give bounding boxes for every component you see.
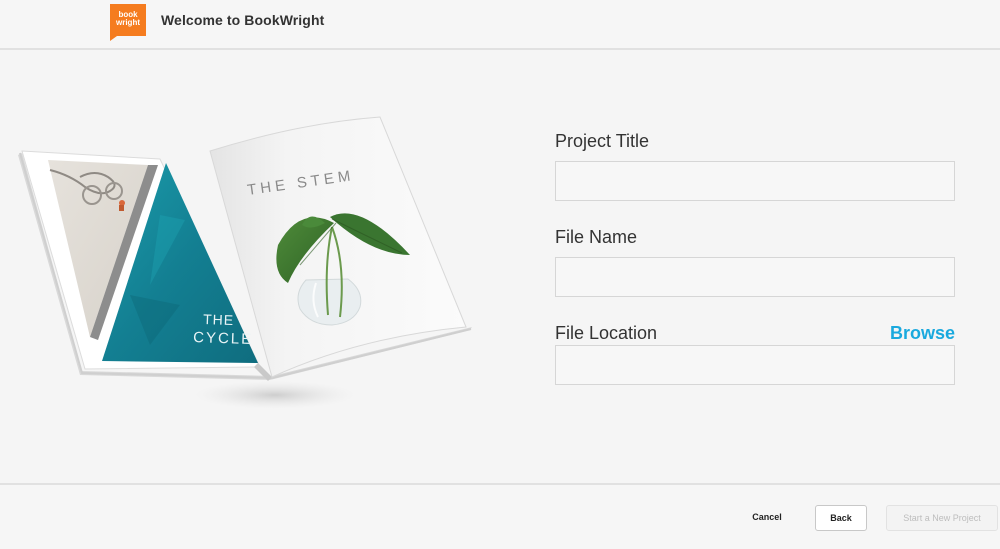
file-location-input[interactable] [555,345,955,385]
start-new-project-button[interactable]: Start a New Project [886,505,998,531]
bookwright-logo: book wright [110,4,146,41]
app-header: book wright Welcome to BookWright [0,0,1000,50]
project-title-input[interactable] [555,161,955,201]
left-page-text-line2: CYCLE [193,329,254,348]
logo-text-line2: wright [116,18,140,27]
file-name-input[interactable] [555,257,955,297]
page-title: Welcome to BookWright [161,12,325,28]
file-location-label: File Location [555,323,658,343]
file-name-label: File Name [555,227,638,247]
project-title-label: Project Title [555,131,650,151]
book-illustration: THE CYCLE THE STEM [10,105,480,425]
cancel-button[interactable]: Cancel [740,505,794,529]
app-footer: Cancel Back Start a New Project [0,483,1000,549]
left-page-text-line1: THE [203,311,235,328]
open-book-image: THE CYCLE THE STEM [18,116,472,409]
back-button[interactable]: Back [815,505,867,531]
book-shadow [195,381,355,409]
browse-link[interactable]: Browse [890,323,955,344]
